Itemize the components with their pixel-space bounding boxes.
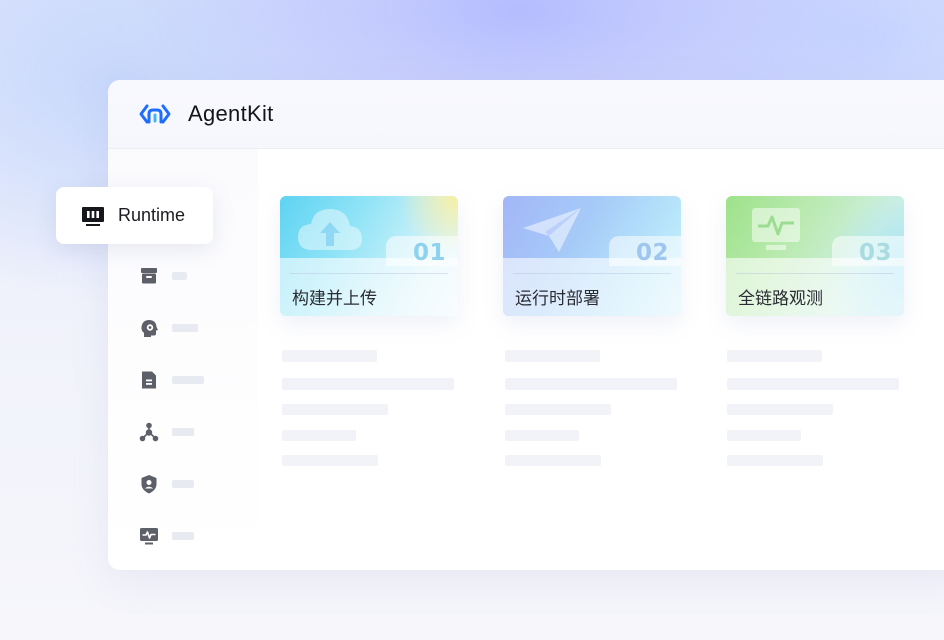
agentkit-logo-icon <box>139 104 171 124</box>
step-card-build-upload[interactable]: 01 构建并上传 <box>280 196 458 316</box>
skeleton-line <box>727 404 833 415</box>
step-card-runtime-deploy[interactable]: 02 运行时部署 <box>503 196 681 316</box>
skeleton-line <box>282 430 356 441</box>
skeleton-line <box>282 404 388 415</box>
sidebar-item-placeholder <box>172 480 194 488</box>
skeleton-line <box>505 455 601 466</box>
sidebar-item-archive[interactable] <box>138 265 187 287</box>
skeleton-line <box>282 378 454 390</box>
step-number: 01 <box>412 240 446 266</box>
skeleton-line <box>282 350 377 362</box>
skeleton-line <box>505 378 677 390</box>
card-divider <box>290 273 448 274</box>
skeleton-line <box>505 404 611 415</box>
sidebar-item-placeholder <box>172 532 194 540</box>
archive-icon <box>141 268 157 284</box>
network-icon <box>139 422 159 442</box>
sidebar-item-monitor[interactable] <box>138 525 194 547</box>
card-divider <box>736 273 894 274</box>
cloud-upload-icon <box>298 209 362 250</box>
skeleton-line <box>505 350 600 362</box>
sidebar-item-placeholder <box>172 272 187 280</box>
app-window: AgentKit <box>108 80 944 570</box>
skeleton-line <box>282 455 378 466</box>
sidebar-item-network[interactable] <box>138 421 194 443</box>
card-divider <box>513 273 671 274</box>
paper-plane-icon <box>523 208 581 252</box>
sidebar-item-placeholder <box>172 324 198 332</box>
shield-user-icon <box>141 475 157 494</box>
step-title: 运行时部署 <box>515 289 600 308</box>
sidebar-item-agent[interactable] <box>138 317 198 339</box>
runtime-icon <box>82 206 104 226</box>
runtime-label: Runtime <box>118 205 186 225</box>
sidebar-item-document[interactable] <box>138 369 204 391</box>
sidebar-item-runtime[interactable]: Runtime <box>56 187 213 244</box>
skeleton-line <box>727 350 822 362</box>
sidebar-item-security[interactable] <box>138 473 194 495</box>
step-number: 03 <box>858 240 892 266</box>
monitor-pulse-icon <box>140 528 158 545</box>
window-header: AgentKit <box>108 80 944 149</box>
skeleton-line <box>727 455 823 466</box>
skeleton-line <box>727 430 801 441</box>
monitor-pulse-icon <box>752 208 800 250</box>
skeleton-line <box>727 378 899 390</box>
skeleton-line <box>505 430 579 441</box>
app-title: AgentKit <box>188 101 274 126</box>
agent-head-icon <box>141 320 158 337</box>
sidebar-item-placeholder <box>172 376 204 384</box>
sidebar-item-placeholder <box>172 428 194 436</box>
step-card-observability[interactable]: 03 全链路观测 <box>726 196 904 316</box>
document-icon <box>142 371 156 389</box>
step-title: 全链路观测 <box>738 289 823 308</box>
step-number: 02 <box>635 240 669 266</box>
step-title: 构建并上传 <box>292 289 377 308</box>
